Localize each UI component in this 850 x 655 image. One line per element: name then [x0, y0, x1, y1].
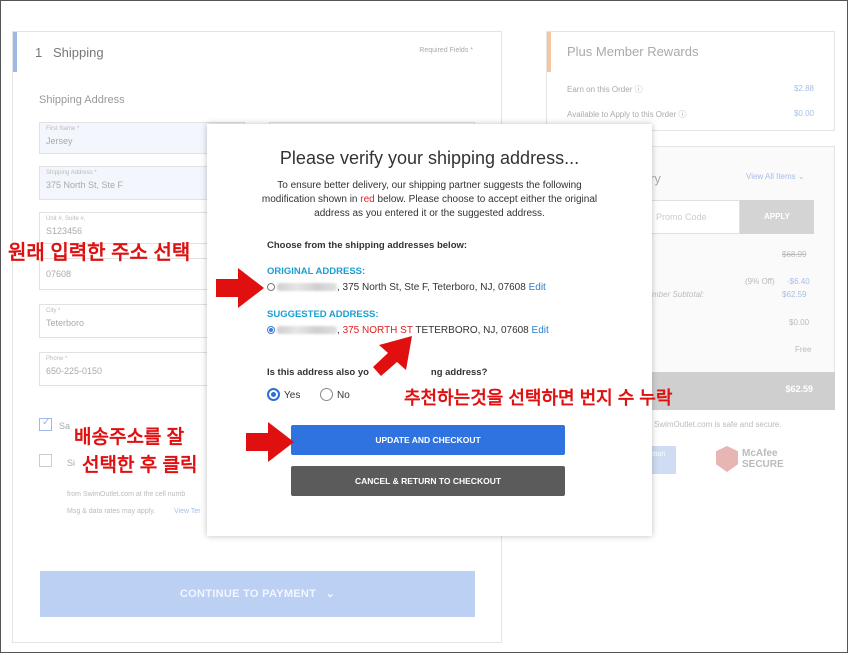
suggested-address-text: TETERBORO, NJ, 07608	[412, 325, 529, 336]
mcafee-line1: McAfee	[742, 448, 778, 459]
chevron-down-icon: ⌄	[797, 172, 805, 181]
info-icon[interactable]: ⓘ	[635, 85, 643, 94]
original-address-option[interactable]: , 375 North St, Ste F, Teterboro, NJ, 07…	[267, 282, 546, 293]
rewards-panel: Plus Member Rewards Earn on this Order ⓘ…	[546, 31, 835, 131]
continue-label: CONTINUE TO PAYMENT	[179, 588, 317, 600]
field-value: 650-225-0150	[46, 366, 103, 376]
redacted-name	[277, 283, 337, 291]
yes-radio[interactable]	[267, 388, 280, 401]
apply-button[interactable]: APPLY	[740, 200, 814, 234]
field-value: Jersey	[46, 136, 73, 146]
field-value: 07608	[46, 269, 72, 279]
original-address-text: , 375 North St, Ste F, Teterboro, NJ, 07…	[337, 282, 526, 293]
discount-value: -$6.40	[787, 277, 810, 286]
available-label: Available to Apply to this Order ⓘ	[567, 110, 687, 119]
annotation-click-note: 배송주소를 잘 선택한 후 클릭	[74, 424, 197, 480]
shipping-title: Shipping	[53, 45, 104, 60]
badge-text: ption	[650, 451, 666, 458]
chevron-down-icon: ⌄	[325, 588, 336, 600]
field-label: City *	[46, 308, 61, 314]
suggested-address-radio[interactable]	[267, 326, 275, 334]
click-note-line1: 배송주소를 잘	[74, 427, 185, 448]
checkmark-icon: ✓	[42, 417, 51, 428]
promo-code-input[interactable]: Promo Code	[645, 200, 740, 234]
order-total-value: $62.59	[785, 384, 813, 394]
mcafee-secure-logo: McAfee SECURE	[716, 446, 796, 474]
no-label: No	[337, 390, 350, 401]
edit-original-link[interactable]: Edit	[529, 282, 546, 293]
field-label: Shipping Address *	[46, 170, 97, 176]
annotation-suggested-note: 추천하는것을 선택하면 번지 수 누락	[404, 388, 673, 408]
mcafee-line2: SECURE	[742, 459, 784, 470]
info-icon[interactable]: ⓘ	[678, 110, 686, 119]
shipping-header: 1 Shipping Required Fields *	[13, 32, 501, 72]
yes-label: Yes	[284, 390, 301, 401]
edit-suggested-link[interactable]: Edit	[532, 325, 549, 336]
view-all-items-link[interactable]: View All Items ⌄	[746, 172, 805, 181]
original-price: $68.99	[782, 250, 807, 259]
modal-description: To ensure better delivery, our shipping …	[261, 180, 598, 219]
click-note-line2: 선택한 후 클릭	[82, 455, 198, 476]
member-subtotal-label: mber Subtotal:	[652, 290, 705, 299]
update-and-checkout-button[interactable]: UPDATE AND CHECKOUT	[291, 425, 565, 455]
modal-title: Please verify your shipping address...	[279, 148, 580, 168]
no-radio[interactable]	[320, 388, 333, 401]
continue-to-payment-button[interactable]: CONTINUE TO PAYMENT ⌄	[40, 571, 475, 617]
no-option[interactable]: No	[320, 388, 350, 401]
field-label: First Name *	[46, 126, 80, 132]
same-billing-label: Sa	[59, 421, 71, 431]
field-label: Unit #, Suite #,	[46, 216, 86, 222]
arrow-right-icon	[246, 422, 294, 462]
secure-text: SwimOutlet.com is safe and secure.	[654, 420, 782, 429]
field-value: 375 North St, Ste F	[46, 180, 124, 190]
same-billing-checkbox[interactable]: ✓	[39, 417, 52, 431]
member-subtotal-value: $62.59	[782, 290, 807, 299]
sms-optin-checkbox[interactable]	[39, 454, 52, 467]
yes-option[interactable]: Yes	[267, 388, 300, 401]
field-label: Phone *	[46, 356, 68, 362]
mcafee-shield-icon	[716, 446, 738, 472]
rewards-header: Plus Member Rewards	[547, 32, 834, 72]
verify-address-modal: Please verify your shipping address... T…	[207, 124, 652, 536]
redacted-name	[277, 326, 337, 334]
choose-address-label: Choose from the shipping addresses below…	[267, 240, 468, 251]
arrow-right-icon	[216, 268, 264, 308]
required-note: Required Fields *	[419, 47, 473, 54]
shipping-cost-value: Free	[795, 345, 812, 354]
step-number: 1	[35, 45, 43, 60]
original-address-radio[interactable]	[267, 283, 275, 291]
original-address-heading: ORIGINAL ADDRESS:	[267, 266, 366, 277]
available-value: $0.00	[793, 109, 814, 118]
arrow-up-icon	[373, 336, 412, 376]
field-value: S123456	[46, 226, 83, 236]
suggested-address-heading: SUGGESTED ADDRESS:	[267, 309, 379, 320]
field-value: Teterboro	[46, 318, 85, 328]
earn-value: $2.88	[793, 84, 814, 93]
promo-placeholder: Promo Code	[656, 212, 707, 222]
shipping-address-label: Shipping Address	[39, 94, 125, 106]
annotation-original-note: 원래 입력한 주소 선택	[8, 242, 191, 264]
view-terms-link[interactable]: View Ter	[174, 508, 201, 515]
discount-label: (9% Off)	[745, 277, 775, 286]
earn-label: Earn on this Order ⓘ	[567, 85, 643, 94]
cancel-return-button[interactable]: CANCEL & RETURN TO CHECKOUT	[291, 466, 565, 496]
sms-text-line1: from SwimOutlet.com at the cell numb	[67, 491, 186, 498]
rewards-title: Plus Member Rewards	[567, 44, 699, 59]
sms-text-line2: Msg & data rates may apply.	[67, 508, 156, 515]
tax-value: $0.00	[789, 318, 810, 327]
